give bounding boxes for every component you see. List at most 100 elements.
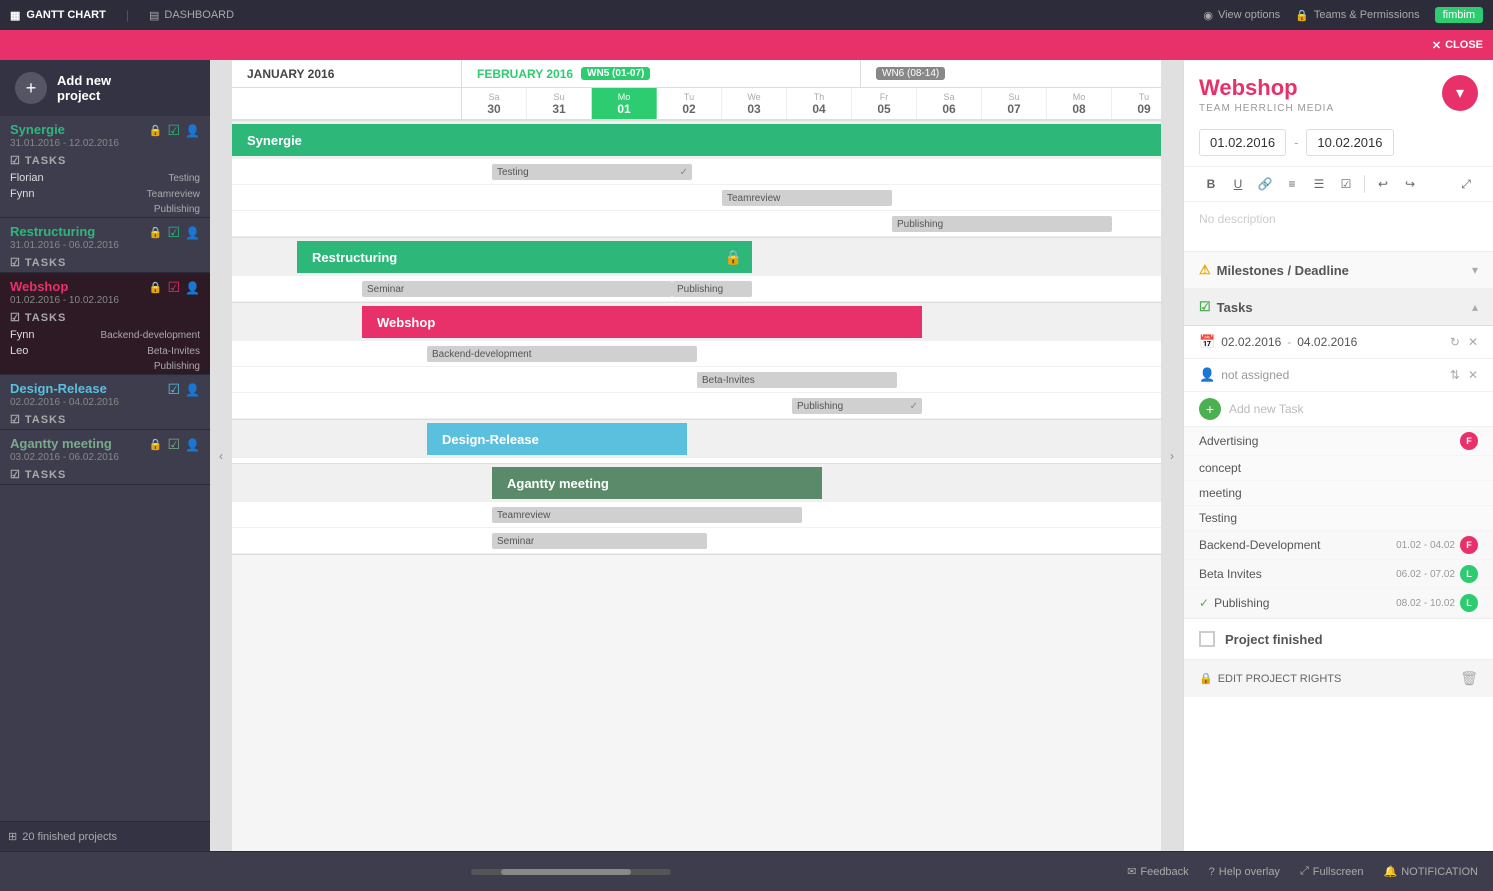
checkbox-design: ☑: [167, 381, 180, 398]
task-assign-row: 👤 not assigned ⇅ ✕: [1184, 359, 1493, 392]
bar-webshop[interactable]: Webshop: [362, 306, 922, 338]
task-date-close-icon[interactable]: ✕: [1468, 335, 1478, 349]
tasks-row-restructuring[interactable]: ☑ TASKS: [0, 253, 210, 272]
view-options-btn[interactable]: ◉ View options: [1203, 9, 1280, 22]
task-member-fynn-webshop: Fynn Backend-development: [0, 327, 210, 343]
close-button[interactable]: ✕ CLOSE: [1432, 39, 1483, 52]
edit-rights-button[interactable]: 🔒 EDIT PROJECT RIGHTS: [1199, 672, 1341, 685]
task-bar-backend[interactable]: Backend-development: [427, 346, 697, 362]
edit-rights-row: 🔒 EDIT PROJECT RIGHTS 🗑: [1184, 659, 1493, 697]
task-bar-seminar-agantty[interactable]: Seminar: [492, 533, 707, 549]
project-webshop-dates: 01.02.2016 - 10.02.2016: [10, 295, 119, 306]
undo-button[interactable]: ↩: [1371, 172, 1395, 196]
user-badge[interactable]: fimbim: [1435, 7, 1483, 23]
gantt-tr-beta: Beta-Invites: [232, 367, 1161, 393]
project-finished-row: Project finished: [1184, 618, 1493, 659]
teams-permissions-btn[interactable]: 🔒 Teams & Permissions: [1295, 9, 1419, 22]
add-task-button[interactable]: +: [1199, 398, 1221, 420]
ol-button[interactable]: ≡: [1280, 172, 1304, 196]
delete-project-button[interactable]: 🗑: [1460, 670, 1478, 687]
bold-button[interactable]: B: [1199, 172, 1223, 196]
feedback-button[interactable]: ✉ Feedback: [1127, 865, 1189, 878]
task-item-testing: Testing: [1184, 506, 1493, 531]
project-finished-checkbox[interactable]: [1199, 631, 1215, 647]
rp-team: TEAM HERRLICH MEDIA: [1199, 103, 1334, 114]
day-tu-02: Tu 02: [657, 88, 722, 119]
milestones-section[interactable]: ⚠ Milestones / Deadline ▾: [1184, 252, 1493, 289]
gantt-scrollbar[interactable]: [471, 869, 671, 875]
avatar-advertising: F: [1460, 432, 1478, 450]
gantt-nav-right[interactable]: ›: [1161, 60, 1183, 851]
right-panel: Webshop TEAM HERRLICH MEDIA ▾ 01.02.2016…: [1183, 60, 1493, 851]
project-restructuring-name[interactable]: Restructuring: [10, 224, 119, 239]
task-bar-publishing-restr[interactable]: Publishing: [672, 281, 752, 297]
rp-date-end[interactable]: 10.02.2016: [1306, 129, 1393, 156]
task-member-florian: Florian Testing: [0, 170, 210, 186]
ul-button[interactable]: ☰: [1307, 172, 1331, 196]
tasks-section-header[interactable]: ☑ Tasks ▴: [1184, 289, 1493, 326]
rp-date-start[interactable]: 01.02.2016: [1199, 129, 1286, 156]
task-bar-beta[interactable]: Beta-Invites: [697, 372, 897, 388]
gantt-scrollbar-thumb[interactable]: [501, 869, 631, 875]
gantt-row-design: Design-Release: [232, 420, 1161, 464]
task-check-publishing: ✓: [1199, 596, 1209, 610]
day-empty: [232, 88, 462, 119]
day-sa-30: Sa 30: [462, 88, 527, 119]
rp-chevron-button[interactable]: ▾: [1442, 75, 1478, 111]
task-bar-publishing-synergie[interactable]: Publishing: [892, 216, 1112, 232]
expand-button[interactable]: ⤢: [1454, 172, 1478, 196]
project-webshop-name[interactable]: Webshop: [10, 279, 119, 294]
task-bar-teamreview[interactable]: Teamreview: [722, 190, 892, 206]
task-bar-seminar[interactable]: Seminar: [362, 281, 672, 297]
sidebar-bottom: ⊞ 20 finished projects: [0, 821, 210, 851]
link-button[interactable]: 🔗: [1253, 172, 1277, 196]
tasks-row-webshop[interactable]: ☑ TASKS: [0, 308, 210, 327]
tasks-row-design[interactable]: ☑ TASKS: [0, 410, 210, 429]
day-sa-06: Sa 06: [917, 88, 982, 119]
assignee-close-icon[interactable]: ✕: [1468, 368, 1478, 382]
tasks-row-synergie[interactable]: ☑ TASKS: [0, 151, 210, 170]
dashboard-icon: ▤: [149, 9, 159, 22]
fullscreen-button[interactable]: ⤢ Fullscreen: [1300, 865, 1364, 878]
wn6-header: WN6 (08-14): [861, 60, 1161, 87]
user-icon-restructuring: 👤: [185, 226, 200, 240]
bar-design[interactable]: Design-Release: [427, 423, 687, 455]
day-we-03: We 03: [722, 88, 787, 119]
project-restructuring: Restructuring 31.01.2016 - 06.02.2016 🔒 …: [0, 218, 210, 273]
day-th-04: Th 04: [787, 88, 852, 119]
notification-button[interactable]: 🔔 NOTIFICATION: [1384, 865, 1479, 878]
checklist-button[interactable]: ☑: [1334, 172, 1358, 196]
task-bar-testing[interactable]: Testing ✓: [492, 164, 692, 180]
user-icon-design: 👤: [185, 383, 200, 397]
project-design-name[interactable]: Design-Release: [10, 381, 119, 396]
add-task-input[interactable]: [1229, 402, 1478, 416]
add-project-button[interactable]: + Add new project: [0, 60, 210, 116]
bar-synergie[interactable]: Synergie: [232, 124, 1161, 156]
lock-icon-agantty: 🔒: [149, 438, 163, 451]
task-date-refresh-icon[interactable]: ↻: [1450, 335, 1460, 349]
bar-agantty[interactable]: Agantty meeting: [492, 467, 822, 499]
task-bar-publishing-webshop[interactable]: Publishing ✓: [792, 398, 922, 414]
tasks-icon-design: ☑: [10, 413, 20, 426]
tasks-check-icon: ☑: [1199, 299, 1211, 315]
day-tu-09: Tu 09: [1112, 88, 1161, 119]
underline-button[interactable]: U: [1226, 172, 1250, 196]
day-fr-05: Fr 05: [852, 88, 917, 119]
user-icon-webshop: 👤: [185, 281, 200, 295]
rp-description[interactable]: No description: [1184, 202, 1493, 252]
feb-days-wn6: Mo 08 Tu 09 We 10: [1047, 88, 1161, 119]
project-agantty-name[interactable]: Agantty meeting: [10, 436, 119, 451]
tasks-row-agantty[interactable]: ☑ TASKS: [0, 465, 210, 484]
gantt-nav-left[interactable]: ‹: [210, 60, 232, 851]
scrollbar-area: [15, 869, 1127, 875]
dashboard-link[interactable]: ▤ DASHBOARD: [149, 9, 234, 22]
bar-restructuring[interactable]: Restructuring 🔒: [297, 241, 752, 273]
project-synergie-name[interactable]: Synergie: [10, 122, 119, 137]
task-bar-teamreview-agantty[interactable]: Teamreview: [492, 507, 802, 523]
help-overlay-button[interactable]: ? Help overlay: [1209, 866, 1280, 878]
redo-button[interactable]: ↪: [1398, 172, 1422, 196]
help-icon: ?: [1209, 866, 1215, 878]
rp-dates: 01.02.2016 - 10.02.2016: [1184, 119, 1493, 166]
gantt-header: JANUARY 2016 FEBRUARY 2016 WN5 (01-07) W…: [232, 60, 1161, 121]
assignee-change-icon[interactable]: ⇅: [1450, 368, 1460, 382]
